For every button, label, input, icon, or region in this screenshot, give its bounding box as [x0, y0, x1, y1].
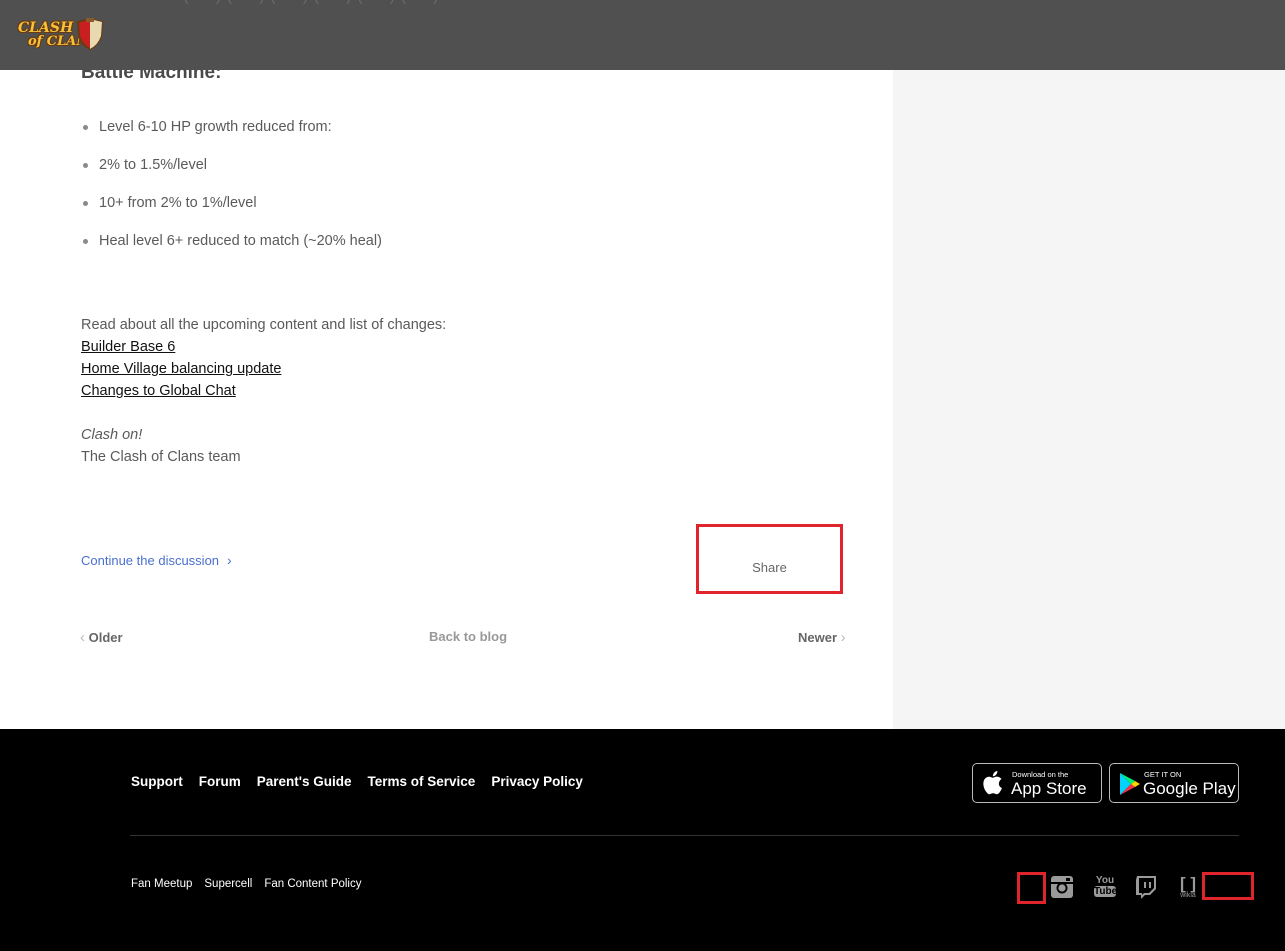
- read-about-text: Read about all the upcoming content and …: [81, 317, 447, 333]
- youtube-label-top: You: [1095, 875, 1115, 886]
- footer-link-parents-guide[interactable]: Parent's Guide: [257, 774, 352, 789]
- sidebar-column: [893, 0, 1285, 729]
- continue-discussion-label: Continue the discussion: [81, 553, 220, 568]
- newer-post-link[interactable]: Newer ›: [798, 629, 846, 646]
- footer-main-links: Support Forum Parent's Guide Terms of Se…: [131, 774, 583, 789]
- footer-link-privacy[interactable]: Privacy Policy: [491, 774, 583, 789]
- twitter-icon[interactable]: [1202, 872, 1254, 900]
- google-play-icon: [1120, 773, 1140, 795]
- list-item: 10+ from 2% to 1%/level: [81, 193, 382, 231]
- apple-icon: [983, 771, 1002, 795]
- app-store-badge[interactable]: Download on the App Store: [972, 763, 1102, 803]
- back-to-blog-link[interactable]: Back to blog: [429, 629, 507, 644]
- footer-link-forum[interactable]: Forum: [199, 774, 241, 789]
- footer-divider: [130, 835, 1239, 836]
- google-play-badge[interactable]: GET IT ON Google Play: [1109, 763, 1239, 803]
- footer-secondary-links: Fan Meetup Supercell Fan Content Policy: [131, 878, 362, 890]
- footer-link-support[interactable]: Support: [131, 774, 183, 789]
- continue-discussion-link[interactable]: Continue the discussion ›: [81, 552, 232, 568]
- share-button[interactable]: Share: [696, 524, 843, 594]
- chevron-right-icon: ›: [227, 552, 232, 568]
- clash-of-clans-logo[interactable]: CLASH of CLANS: [14, 12, 106, 56]
- youtube-label-bottom: Tube: [1094, 886, 1118, 897]
- list-item: Heal level 6+ reduced to match (~20% hea…: [81, 231, 382, 269]
- instagram-icon[interactable]: [1050, 875, 1074, 899]
- link-global-chat-changes[interactable]: Changes to Global Chat: [81, 383, 236, 399]
- list-item: Level 6-10 HP growth reduced from:: [81, 117, 382, 155]
- share-label: Share: [752, 560, 787, 575]
- page: — — — ( — ) ( — ) ( — ) ( — ) ( — ) ( — …: [0, 0, 1285, 951]
- change-list: Level 6-10 HP growth reduced from: 2% to…: [81, 117, 382, 269]
- footer-link-fan-meetup[interactable]: Fan Meetup: [131, 878, 192, 890]
- link-home-village-update[interactable]: Home Village balancing update: [81, 361, 281, 377]
- shield-icon: [76, 18, 104, 50]
- footer-link-terms[interactable]: Terms of Service: [368, 774, 476, 789]
- twitch-icon[interactable]: [1134, 875, 1158, 901]
- signoff-team: The Clash of Clans team: [81, 449, 241, 465]
- site-footer: Support Forum Parent's Guide Terms of Se…: [0, 729, 1285, 951]
- footer-link-fan-content-policy[interactable]: Fan Content Policy: [264, 878, 361, 890]
- footer-link-supercell[interactable]: Supercell: [204, 878, 252, 890]
- chevron-left-icon: ‹: [80, 629, 85, 646]
- list-item: 2% to 1.5%/level: [81, 155, 382, 193]
- newer-label: Newer: [798, 630, 838, 645]
- youtube-icon[interactable]: You Tube: [1094, 875, 1118, 899]
- older-label: Older: [88, 630, 123, 645]
- app-store-small-text: Download on the: [1012, 770, 1069, 779]
- header-overlapped-text: — — — ( — ) ( — ) ( — ) ( — ) ( — ) ( — …: [120, 0, 439, 5]
- older-post-link[interactable]: ‹ Older: [80, 629, 123, 646]
- wikia-label: wikia: [1180, 892, 1196, 899]
- wikia-icon[interactable]: [ ] wikia: [1176, 875, 1200, 901]
- chevron-right-icon: ›: [840, 629, 846, 646]
- top-header: — — — ( — ) ( — ) ( — ) ( — ) ( — ) ( — …: [0, 0, 1285, 70]
- app-store-big-text: App Store: [1011, 779, 1087, 798]
- google-play-big-text: Google Play: [1143, 779, 1236, 798]
- signoff-italic: Clash on!: [81, 427, 143, 443]
- facebook-icon[interactable]: [1017, 872, 1046, 904]
- google-play-small-text: GET IT ON: [1144, 770, 1182, 779]
- link-builder-base-6[interactable]: Builder Base 6: [81, 339, 175, 355]
